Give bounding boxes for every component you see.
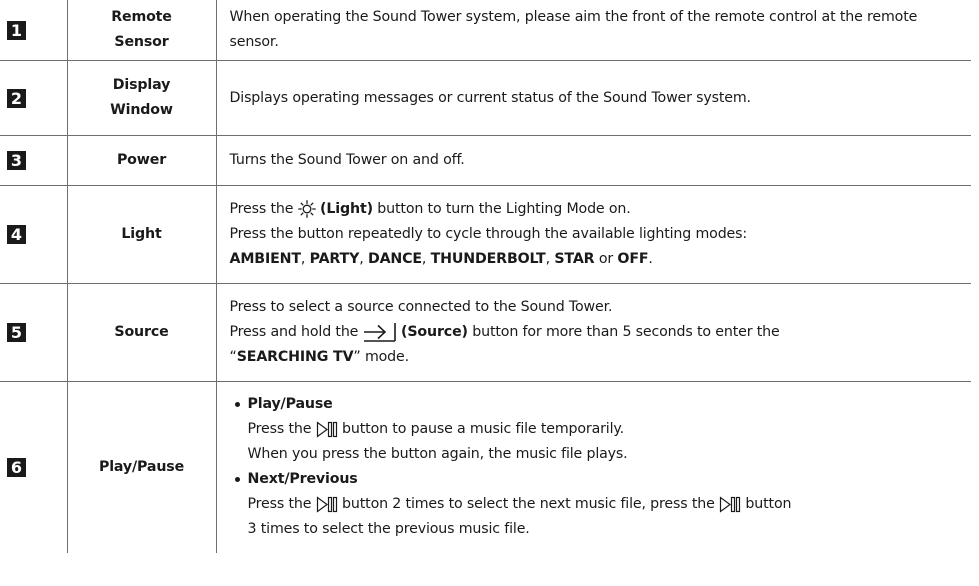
description-line: “SEARCHING TV” mode.: [230, 345, 960, 370]
mode-name: DANCE: [367, 251, 422, 267]
description-line: Press the (Light) button to turn the Lig…: [230, 197, 960, 222]
quote-mark: “: [229, 349, 237, 365]
description-text: button: [745, 496, 792, 513]
bullet-heading: Next/Previous: [230, 467, 960, 492]
description-text: button to turn the Lighting Mode on.: [377, 201, 631, 217]
mode-or: or: [598, 251, 614, 267]
controls-table: 1 Remote Sensor When operating the Sound…: [0, 0, 971, 553]
bullet-list: Play/Pause Press the button to pause a m…: [230, 392, 960, 542]
description-text: button for more than 5 seconds to enter …: [472, 324, 780, 340]
description-cell: Turns the Sound Tower on and off.: [216, 135, 971, 186]
icon-label: (Light): [320, 201, 373, 217]
name-cell: Light: [66, 185, 217, 284]
description-cell: Play/Pause Press the button to pause a m…: [216, 381, 971, 553]
description-text: button 2 times to select the next music …: [342, 496, 715, 513]
number-cell: 1: [0, 0, 67, 61]
number-badge: 3: [7, 151, 26, 170]
number-cell: 2: [0, 60, 67, 136]
number-badge: 1: [7, 20, 26, 40]
play-pause-icon: [316, 421, 338, 438]
number-badge: 5: [7, 323, 26, 342]
source-arrow-icon: [363, 322, 397, 342]
description-cell: When operating the Sound Tower system, p…: [216, 0, 971, 61]
control-name: Play/Pause: [98, 458, 185, 475]
bullet-heading: Play/Pause: [230, 392, 960, 417]
description-line: Press to select a source connected to th…: [229, 299, 613, 315]
mode-name: STAR: [554, 251, 595, 267]
number-badge: 4: [7, 225, 26, 244]
number-cell: 4: [0, 185, 67, 284]
control-name: Display Window: [110, 77, 173, 118]
list-item: Play/Pause Press the button to pause a m…: [230, 392, 960, 467]
control-name: Light: [121, 226, 162, 242]
description-line: When you press the button again, the mus…: [247, 446, 628, 463]
number-cell: 5: [0, 283, 67, 382]
description-text: button to pause a music file temporarily…: [342, 421, 624, 438]
mode-name: AMBIENT: [229, 251, 302, 267]
description-text: ” mode.: [353, 349, 409, 365]
number-badge: 6: [7, 457, 26, 477]
mode-name: THUNDERBOLT: [430, 251, 546, 267]
control-name: Power: [116, 152, 167, 168]
table-row: 3 Power Turns the Sound Tower on and off…: [0, 135, 971, 186]
description-line: Press and hold the (Source) button for m…: [230, 320, 960, 345]
description-cell: Press the (Light) button to turn the Lig…: [216, 185, 971, 284]
description-line: 3 times to select the previous music fil…: [247, 521, 530, 538]
name-cell: Power: [66, 135, 217, 186]
table-row: 1 Remote Sensor When operating the Sound…: [0, 0, 971, 61]
table-row: 5 Source Press to select a source connec…: [0, 283, 971, 382]
name-cell: Play/Pause: [66, 381, 217, 553]
number-badge: 2: [7, 88, 26, 108]
mode-list: AMBIENT, PARTY, DANCE, THUNDERBOLT, STAR…: [229, 251, 653, 267]
description-text: Press the: [229, 201, 294, 217]
description-text: Displays operating messages or current s…: [229, 89, 752, 106]
description-text: Turns the Sound Tower on and off.: [229, 152, 465, 168]
mode-name: OFF: [617, 251, 649, 267]
description-cell: Displays operating messages or current s…: [216, 60, 971, 136]
play-pause-icon: [719, 496, 741, 513]
mode-name: SEARCHING TV: [236, 349, 354, 365]
number-cell: 6: [0, 381, 67, 553]
name-cell: Remote Sensor: [66, 0, 217, 61]
mode-name: PARTY: [309, 251, 360, 267]
description-text: When operating the Sound Tower system, p…: [229, 9, 918, 50]
table-row: 2 Display Window Displays operating mess…: [0, 60, 971, 136]
table-row: 6 Play/Pause Play/Pause Press the button…: [0, 381, 971, 553]
description-line: Press the button to pause a music file t…: [230, 417, 960, 442]
list-item: Next/Previous Press the button 2 times t…: [230, 467, 960, 542]
sun-light-icon: [297, 200, 316, 218]
description-line: Press the button repeatedly to cycle thr…: [229, 226, 748, 242]
description-text: Press the: [247, 496, 312, 513]
description-text: Press the: [247, 421, 312, 438]
description-text: Press and hold the: [229, 324, 359, 340]
control-name: Remote Sensor: [111, 9, 172, 50]
icon-label: (Source): [401, 324, 468, 340]
play-pause-icon: [316, 496, 338, 513]
description-cell: Press to select a source connected to th…: [216, 283, 971, 382]
name-cell: Source: [66, 283, 217, 382]
description-line: Press the button 2 times to select the n…: [230, 492, 960, 517]
name-cell: Display Window: [66, 60, 217, 136]
control-name: Source: [114, 324, 169, 340]
number-cell: 3: [0, 135, 67, 186]
table-row: 4 Light Press the (Light) button to turn…: [0, 185, 971, 284]
